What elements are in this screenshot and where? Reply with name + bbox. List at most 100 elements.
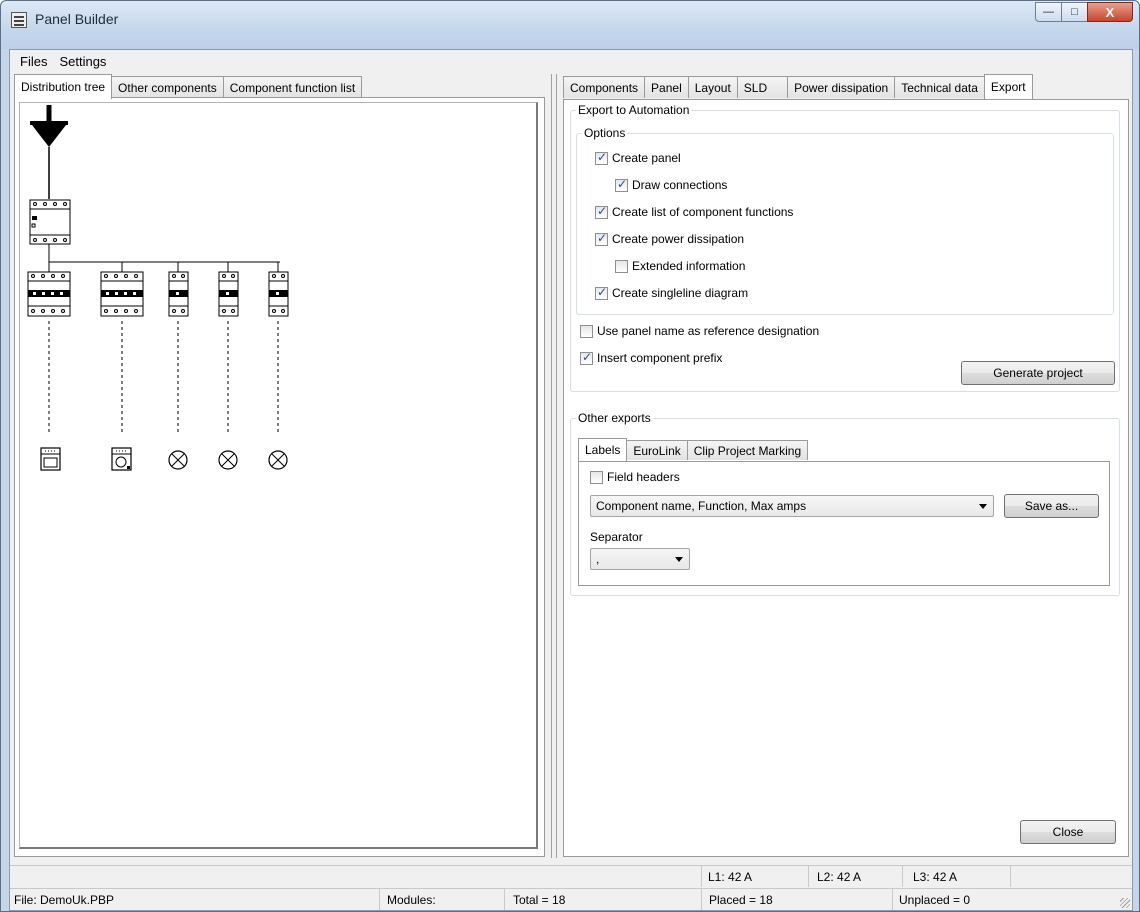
l3-current: L3: 42 A bbox=[903, 866, 1011, 887]
minimize-button[interactable]: — bbox=[1035, 2, 1062, 22]
rcd-icon[interactable] bbox=[27, 271, 71, 317]
save-as-button[interactable]: Save as... bbox=[1004, 494, 1099, 518]
mcb-icon[interactable] bbox=[218, 271, 239, 317]
lamp-icon[interactable] bbox=[168, 450, 188, 470]
tab-layout[interactable]: Layout bbox=[687, 76, 738, 98]
create-singleline-option[interactable]: Create singleline diagram bbox=[595, 285, 748, 300]
options-title: Options bbox=[582, 126, 628, 140]
tab-eurolink[interactable]: EuroLink bbox=[626, 440, 688, 460]
window-title: Panel Builder bbox=[35, 11, 119, 27]
other-exports-group: Other exports Labels EuroLink Clip Proje… bbox=[570, 411, 1120, 596]
insert-prefix-label: Insert component prefix bbox=[597, 351, 723, 365]
separator-label: Separator bbox=[590, 530, 643, 544]
maximize-button[interactable]: □ bbox=[1061, 2, 1088, 22]
file-name-status: File: DemoUk.PBP bbox=[10, 889, 380, 910]
draw-connections-label: Draw connections bbox=[632, 178, 728, 192]
extended-information-option[interactable]: Extended information bbox=[615, 259, 745, 273]
extended-information-label: Extended information bbox=[632, 259, 746, 273]
export-pane: Export to Automation Options Create pane… bbox=[563, 99, 1129, 857]
app-window: Panel Builder — □ X Files Settings Distr… bbox=[0, 0, 1140, 912]
status-empty-cell bbox=[10, 866, 702, 887]
create-panel-checkbox[interactable] bbox=[595, 150, 608, 165]
modules-placed: Placed = 18 bbox=[702, 889, 893, 910]
oven-icon[interactable] bbox=[40, 447, 61, 471]
create-power-dissipation-option[interactable]: Create power dissipation bbox=[595, 231, 745, 246]
menu-settings[interactable]: Settings bbox=[53, 54, 112, 69]
l1-current: L1: 42 A bbox=[702, 866, 809, 887]
window-controls: — □ X bbox=[1035, 2, 1133, 22]
distribution-tree-pane bbox=[14, 97, 545, 857]
generate-project-button[interactable]: Generate project bbox=[961, 361, 1115, 385]
resize-grip-icon[interactable] bbox=[1120, 898, 1130, 908]
chevron-down-icon bbox=[979, 504, 987, 509]
left-tab-strip: Distribution tree Other components Compo… bbox=[14, 74, 363, 99]
l2-current: L2: 42 A bbox=[809, 866, 903, 887]
pane-splitter[interactable] bbox=[551, 74, 557, 858]
create-power-dissipation-label: Create power dissipation bbox=[612, 232, 745, 246]
export-to-automation-title: Export to Automation bbox=[576, 103, 692, 117]
insert-prefix-checkbox[interactable] bbox=[580, 350, 593, 365]
tab-power-dissipation[interactable]: Power dissipation bbox=[787, 76, 896, 98]
supply-icon[interactable] bbox=[30, 105, 68, 199]
tab-panel[interactable]: Panel bbox=[644, 76, 689, 98]
menu-files[interactable]: Files bbox=[14, 54, 53, 69]
create-function-list-option[interactable]: Create list of component functions bbox=[595, 204, 794, 219]
distribution-tree-canvas[interactable] bbox=[19, 102, 538, 849]
extended-information-checkbox[interactable] bbox=[615, 259, 628, 273]
lamp-icon[interactable] bbox=[268, 450, 288, 470]
label-format-dropdown[interactable]: Component name, Function, Max amps bbox=[590, 495, 994, 517]
create-function-list-checkbox[interactable] bbox=[595, 204, 608, 219]
options-group: Options Create panel Draw connections Cr… bbox=[576, 126, 1114, 315]
tab-components[interactable]: Components bbox=[563, 76, 646, 98]
tab-export[interactable]: Export bbox=[983, 74, 1033, 99]
create-singleline-checkbox[interactable] bbox=[595, 285, 608, 300]
draw-connections-option[interactable]: Draw connections bbox=[615, 177, 728, 192]
field-headers-option[interactable]: Field headers bbox=[590, 470, 680, 484]
modules-unplaced: Unplaced = 0 bbox=[899, 892, 971, 907]
distribution-tree-diagram bbox=[27, 105, 289, 471]
rcd-icon[interactable] bbox=[100, 271, 144, 317]
main-breaker-icon[interactable] bbox=[29, 199, 71, 245]
insert-prefix-option[interactable]: Insert component prefix bbox=[580, 350, 723, 365]
chevron-down-icon bbox=[675, 557, 683, 562]
label-format-value: Component name, Function, Max amps bbox=[596, 499, 807, 513]
modules-total: Total = 18 bbox=[505, 889, 702, 910]
client-area: Files Settings Distribution tree Other c… bbox=[9, 49, 1133, 911]
tab-other-components[interactable]: Other components bbox=[111, 76, 224, 98]
tab-sld[interactable]: SLD bbox=[736, 76, 789, 98]
draw-connections-checkbox[interactable] bbox=[615, 177, 628, 192]
tab-technical-data[interactable]: Technical data bbox=[894, 76, 985, 98]
washing-machine-icon[interactable] bbox=[111, 447, 132, 471]
tab-clip-project-marking[interactable]: Clip Project Marking bbox=[686, 440, 809, 460]
tab-labels[interactable]: Labels bbox=[578, 438, 628, 461]
feeder-lines bbox=[48, 321, 279, 435]
modules-label: Modules: bbox=[380, 889, 505, 910]
create-panel-label: Create panel bbox=[612, 151, 681, 165]
lamp-icon[interactable] bbox=[218, 450, 238, 470]
field-headers-checkbox[interactable] bbox=[590, 470, 603, 484]
field-headers-label: Field headers bbox=[607, 470, 680, 484]
create-function-list-label: Create list of component functions bbox=[612, 205, 794, 219]
module-status-bar: File: DemoUk.PBP Modules: Total = 18 Pla… bbox=[10, 888, 1132, 910]
use-panel-name-label: Use panel name as reference designation bbox=[597, 324, 820, 338]
right-tab-strip: Components Panel Layout SLD Power dissip… bbox=[563, 74, 1033, 99]
separator-dropdown[interactable]: , bbox=[590, 548, 690, 570]
close-window-button[interactable]: X bbox=[1087, 2, 1133, 22]
labels-panel: Field headers Component name, Function, … bbox=[578, 461, 1110, 586]
status-trailing-cell bbox=[1011, 866, 1132, 887]
separator-value: , bbox=[596, 552, 600, 566]
create-power-dissipation-checkbox[interactable] bbox=[595, 231, 608, 246]
mcb-icon[interactable] bbox=[168, 271, 189, 317]
export-to-automation-group: Export to Automation Options Create pane… bbox=[570, 103, 1120, 392]
create-panel-option[interactable]: Create panel bbox=[595, 150, 681, 165]
tab-distribution-tree[interactable]: Distribution tree bbox=[14, 74, 113, 99]
use-panel-name-option[interactable]: Use panel name as reference designation bbox=[580, 324, 819, 338]
menu-bar: Files Settings bbox=[10, 50, 1132, 72]
app-icon bbox=[11, 12, 27, 28]
tab-component-function-list[interactable]: Component function list bbox=[222, 76, 363, 98]
other-exports-tab-strip: Labels EuroLink Clip Project Marking bbox=[578, 438, 809, 461]
title-bar[interactable]: Panel Builder — □ X bbox=[1, 1, 1139, 49]
use-panel-name-checkbox[interactable] bbox=[580, 324, 593, 338]
mcb-icon[interactable] bbox=[268, 271, 289, 317]
close-button[interactable]: Close bbox=[1020, 820, 1116, 844]
